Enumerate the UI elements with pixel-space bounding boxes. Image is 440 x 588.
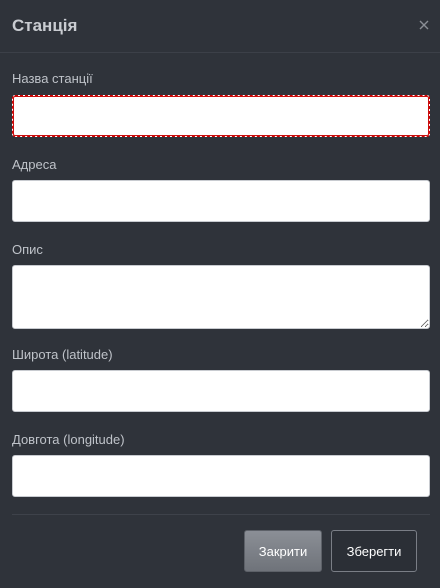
save-button[interactable]: Зберегти: [331, 530, 417, 572]
footer-divider: [12, 514, 430, 515]
longitude-input[interactable]: [12, 455, 430, 497]
latitude-label: Широта (latitude): [12, 347, 113, 362]
address-input[interactable]: [12, 180, 430, 222]
close-button[interactable]: Закрити: [244, 530, 322, 572]
dialog-header: Станція: [0, 0, 440, 53]
latitude-input[interactable]: [12, 370, 430, 412]
description-label: Опис: [12, 242, 43, 257]
station-name-label: Назва станції: [12, 71, 93, 86]
close-icon-glyph: [419, 20, 429, 30]
station-dialog: Станція Назва станції Адреса Опис Широта…: [0, 0, 440, 588]
dialog-title: Станція: [12, 16, 78, 35]
station-name-input[interactable]: [12, 95, 430, 137]
longitude-label: Довгота (longitude): [12, 432, 125, 447]
description-textarea[interactable]: [12, 265, 430, 329]
address-label: Адреса: [12, 157, 57, 172]
close-icon[interactable]: [417, 18, 431, 32]
